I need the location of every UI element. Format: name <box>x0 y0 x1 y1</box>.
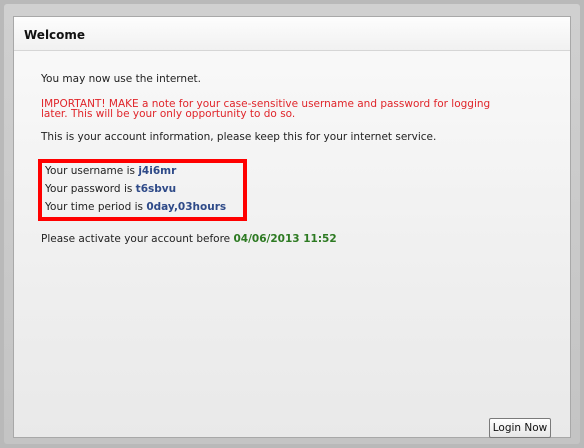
password-label: Your password is <box>45 183 136 195</box>
intro-message: You may now use the internet. <box>41 73 201 85</box>
login-now-button[interactable]: Login Now <box>489 418 551 438</box>
username-label: Your username is <box>45 165 139 177</box>
username-row: Your username is j4i6mr <box>45 165 176 177</box>
time-period-value: 0day,03hours <box>146 201 227 213</box>
password-value: t6sbvu <box>135 183 177 195</box>
panel-title: Welcome <box>24 28 86 42</box>
password-row: Your password is t6sbvu <box>45 183 176 195</box>
warning-line-2: later. This will be your only opportunit… <box>41 108 296 120</box>
info-message: This is your account information, please… <box>41 131 437 143</box>
panel-header: Welcome <box>14 17 570 51</box>
activation-message: Please activate your account before 04/0… <box>41 233 337 245</box>
time-period-row: Your time period is 0day,03hours <box>45 201 226 213</box>
warning-message: IMPORTANT! MAKE a note for your case-sen… <box>41 99 511 120</box>
time-period-label: Your time period is <box>45 201 147 213</box>
username-value: j4i6mr <box>138 165 177 177</box>
activation-label: Please activate your account before <box>41 233 234 245</box>
window-frame: Welcome You may now use the internet. IM… <box>4 4 580 444</box>
activation-deadline: 04/06/2013 11:52 <box>233 233 337 245</box>
welcome-panel: Welcome You may now use the internet. IM… <box>13 16 571 438</box>
